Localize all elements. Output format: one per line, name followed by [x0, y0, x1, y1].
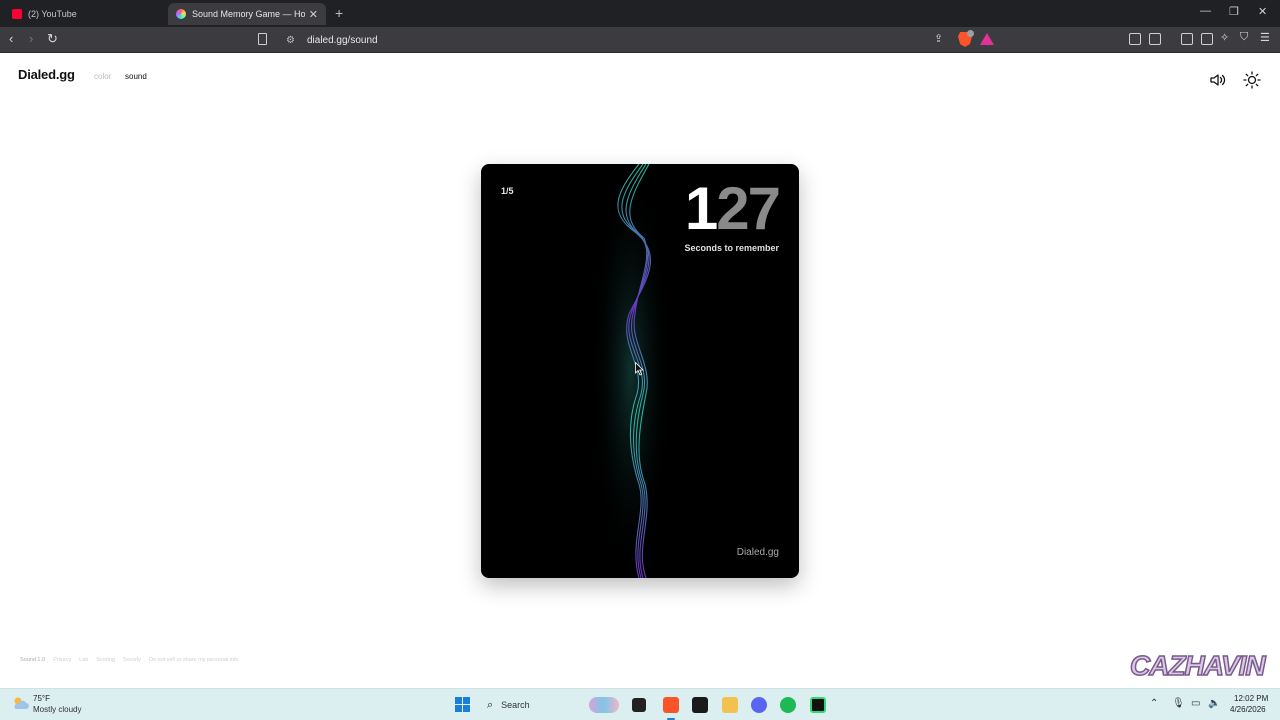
discord-taskbar-icon[interactable] — [751, 697, 767, 713]
weather-description[interactable]: Mostly cloudy — [33, 705, 81, 714]
minimize-icon[interactable]: — — [1200, 5, 1211, 17]
countdown-timer: 127 — [684, 175, 781, 242]
weather-temperature[interactable]: 75°F — [33, 694, 50, 703]
share-icon[interactable]: ⇪ — [934, 32, 943, 45]
wallet-icon[interactable] — [1201, 33, 1213, 45]
extensions-icon[interactable] — [1129, 33, 1141, 45]
app-taskbar-icon[interactable] — [810, 697, 826, 713]
menu-icon[interactable]: ☰ — [1260, 31, 1270, 44]
network-icon[interactable]: ▭ — [1191, 698, 1200, 709]
clock-date[interactable]: 4/26/2026 — [1230, 705, 1266, 714]
search-highlight-art — [589, 697, 619, 713]
browser-toolbar: ‹ › ↻ ⚙ dialed.gg/sound ⇪ ✧ ⛉ ☰ — [0, 27, 1280, 53]
page-footer: Sound 1.0 Privacy Lab Scoring Society Do… — [20, 657, 239, 663]
nav-link-sound[interactable]: sound — [125, 72, 147, 81]
windows-taskbar: 75°F Mostly cloudy ⌕ Search ⌃ 🎙 ▭ 🔈 12:0… — [0, 688, 1280, 720]
round-progress: 1/5 — [501, 186, 514, 196]
tab-youtube[interactable]: (2) YouTube — [4, 3, 164, 25]
speaker-tray-icon[interactable]: 🔈 — [1208, 698, 1220, 709]
footer-link-do-not-sell[interactable]: Do not sell or share my personal info — [149, 657, 239, 663]
microphone-icon[interactable]: 🎙 — [1172, 698, 1185, 709]
tab-search-icon[interactable] — [1149, 33, 1161, 45]
card-brand: Dialed.gg — [736, 547, 779, 558]
close-window-icon[interactable]: ✕ — [1258, 5, 1267, 18]
site-logo[interactable]: Dialed.gg — [18, 67, 75, 82]
clock-time[interactable]: 12:02 PM — [1234, 694, 1268, 703]
forward-icon[interactable]: › — [29, 31, 33, 46]
brave-rewards-icon[interactable] — [980, 33, 994, 45]
nav-link-color[interactable]: color — [94, 72, 111, 81]
reload-icon[interactable]: ↻ — [47, 31, 58, 47]
task-view-icon[interactable] — [632, 698, 646, 712]
volume-icon[interactable] — [1209, 71, 1227, 89]
bookmark-icon[interactable] — [258, 33, 267, 45]
new-tab-button[interactable]: + — [335, 5, 343, 21]
site-info-icon[interactable]: ⚙ — [286, 35, 295, 46]
mouse-cursor-icon — [635, 362, 644, 376]
dialed-icon — [176, 9, 186, 19]
brave-taskbar-icon[interactable] — [663, 697, 679, 713]
weather-cloudy-icon[interactable] — [12, 696, 30, 710]
capcut-taskbar-icon[interactable] — [692, 697, 708, 713]
theme-toggle-icon[interactable] — [1243, 71, 1261, 89]
footer-link-privacy[interactable]: Privacy — [53, 657, 71, 663]
leo-ai-icon[interactable]: ✧ — [1220, 31, 1229, 44]
countdown-lead-digit: 1 — [684, 175, 718, 242]
tab-title: (2) YouTube — [28, 9, 77, 19]
footer-link-lab[interactable]: Lab — [79, 657, 88, 663]
youtube-icon — [12, 9, 22, 19]
channel-watermark: CAZHAVIN — [1129, 649, 1266, 682]
tab-sound-memory-game[interactable]: Sound Memory Game — How ✕ — [168, 3, 326, 25]
file-explorer-icon[interactable] — [722, 697, 738, 713]
footer-link-scoring[interactable]: Scoring — [96, 657, 115, 663]
countdown-tail-digits: 27 — [716, 175, 781, 242]
url-text: dialed.gg/sound — [306, 34, 378, 46]
search-icon: ⌕ — [487, 698, 494, 711]
address-bar[interactable]: ⚙ dialed.gg/sound — [280, 30, 1000, 50]
search-label: Search — [501, 700, 530, 710]
footer-link-society[interactable]: Society — [123, 657, 141, 663]
taskbar-search[interactable]: ⌕ Search — [481, 694, 625, 716]
close-tab-icon[interactable]: ✕ — [309, 8, 318, 21]
tray-overflow-icon[interactable]: ⌃ — [1150, 698, 1158, 709]
back-icon[interactable]: ‹ — [9, 31, 13, 46]
tab-title: Sound Memory Game — How — [192, 9, 305, 19]
restore-icon[interactable]: ❐ — [1229, 5, 1239, 18]
vpn-icon[interactable]: ⛉ — [1240, 31, 1248, 44]
countdown-label: Seconds to remember — [684, 243, 779, 253]
browser-tab-bar: (2) YouTube Sound Memory Game — How ✕ + … — [0, 0, 1280, 27]
sidebar-icon[interactable] — [1181, 33, 1193, 45]
windows-start-icon[interactable] — [455, 697, 470, 712]
footer-version: Sound 1.0 — [20, 657, 46, 663]
spotify-taskbar-icon[interactable] — [780, 697, 796, 713]
shields-badge — [967, 30, 974, 37]
